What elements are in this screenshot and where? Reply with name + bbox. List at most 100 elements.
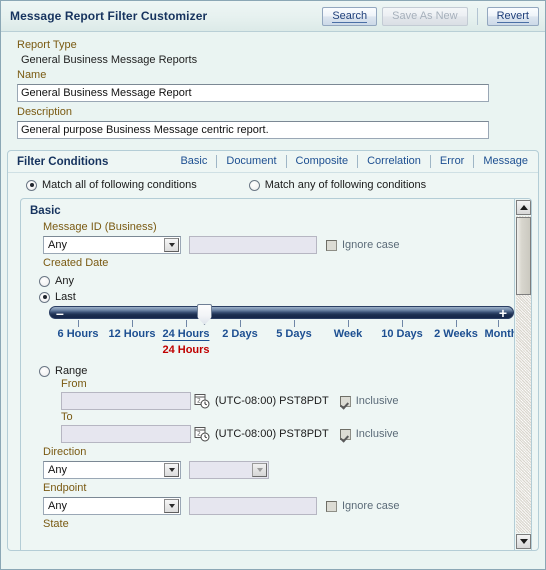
- tab-composite[interactable]: Composite: [285, 155, 358, 168]
- radio-indicator-match-any: [248, 179, 260, 191]
- slider-tick-label-5[interactable]: Week: [334, 328, 363, 340]
- range-from-group: From 2 (UTC-08:00) PST8PDT Inclusive To …: [21, 377, 531, 443]
- to-inclusive-label: Inclusive: [355, 428, 399, 440]
- slider-tick-label-8[interactable]: Month: [485, 328, 518, 340]
- svg-text:2: 2: [197, 431, 201, 438]
- from-date-input[interactable]: [61, 392, 191, 410]
- tab-message[interactable]: Message: [473, 155, 532, 168]
- scroll-up-arrow-icon: [519, 205, 528, 210]
- tab-basic[interactable]: Basic: [171, 155, 216, 168]
- to-row: 2 (UTC-08:00) PST8PDT Inclusive: [61, 425, 531, 443]
- basic-panel: Basic Message ID (Business) Any Ignore c…: [20, 198, 532, 550]
- slider-tick-labels: 6 Hours 12 Hours 24 Hours 2 Days 5 Days …: [49, 328, 517, 342]
- message-id-ignore-case-checkbox[interactable]: Ignore case: [326, 239, 399, 251]
- name-label: Name: [17, 69, 47, 81]
- created-date-range-radio[interactable]: Range: [39, 365, 531, 377]
- filter-conditions-panel: Filter Conditions Basic Document Composi…: [7, 150, 539, 551]
- scrollbar-thumb[interactable]: [516, 217, 531, 295]
- created-date-last-radio[interactable]: Last: [39, 291, 531, 303]
- search-button[interactable]: Search: [322, 6, 378, 26]
- tab-document[interactable]: Document: [216, 155, 285, 168]
- revert-button-label: Revert: [496, 9, 529, 23]
- slider-tick-label-7[interactable]: 2 Weeks: [434, 328, 478, 340]
- message-id-label: Message ID (Business): [43, 221, 157, 233]
- message-id-operator-value: Any: [48, 239, 67, 251]
- message-id-ignore-case-label: Ignore case: [342, 239, 400, 251]
- page-title: Message Report Filter Customizer: [10, 9, 208, 23]
- endpoint-ignore-case-checkbox[interactable]: Ignore case: [326, 500, 399, 512]
- match-any-radio[interactable]: Match any of following conditions: [248, 179, 427, 191]
- description-input[interactable]: [17, 121, 489, 139]
- from-row: 2 (UTC-08:00) PST8PDT Inclusive: [61, 392, 531, 410]
- slider-tick-label-1[interactable]: 12 Hours: [108, 328, 155, 340]
- description-label: Description: [17, 106, 73, 118]
- direction-operator-value: Any: [48, 464, 67, 476]
- toolbar-separator: [476, 7, 478, 25]
- message-id-field-group: Message ID (Business) Any Ignore case Cr…: [21, 220, 531, 271]
- radio-indicator-created-date-last: [39, 291, 50, 303]
- scroll-up-button[interactable]: [516, 200, 531, 215]
- message-id-value-input[interactable]: [189, 236, 317, 254]
- created-date-slider[interactable]: 6 Hours 12 Hours 24 Hours 2 Days 5 Days …: [21, 304, 531, 358]
- calendar-clock-icon[interactable]: 2: [194, 393, 210, 409]
- report-type-value: General Business Message Reports: [21, 54, 198, 66]
- filter-category-tabs: Basic Document Composite Correlation Err…: [171, 155, 532, 168]
- created-date-range-option: Range: [21, 365, 531, 377]
- radio-indicator-match-all: [26, 179, 37, 191]
- to-inclusive-checkbox[interactable]: Inclusive: [339, 428, 399, 440]
- match-any-label: Match any of following conditions: [264, 179, 427, 191]
- message-id-operator-select[interactable]: Any: [43, 236, 181, 254]
- endpoint-operator-value: Any: [48, 500, 67, 512]
- to-timezone: (UTC-08:00) PST8PDT: [215, 428, 329, 440]
- tab-error[interactable]: Error: [429, 155, 473, 168]
- chevron-down-icon[interactable]: [164, 499, 179, 513]
- created-date-range-label: Range: [55, 365, 88, 377]
- name-input[interactable]: [17, 84, 489, 102]
- tab-correlation[interactable]: Correlation: [357, 155, 430, 168]
- endpoint-value-input[interactable]: [189, 497, 317, 515]
- from-inclusive-checkbox[interactable]: Inclusive: [339, 395, 399, 407]
- search-button-label: Search: [332, 9, 368, 23]
- calendar-clock-icon[interactable]: 2: [194, 426, 210, 442]
- svg-text:2: 2: [197, 398, 201, 405]
- slider-tick-label-0[interactable]: 6 Hours: [58, 328, 99, 340]
- message-id-row: Any Ignore case: [43, 236, 531, 254]
- to-date-input[interactable]: [61, 425, 191, 443]
- basic-panel-wrapper: Basic Message ID (Business) Any Ignore c…: [20, 198, 532, 550]
- window-title-bar: Message Report Filter Customizer Search …: [1, 1, 545, 32]
- created-date-any-radio[interactable]: Any: [39, 275, 531, 287]
- created-date-last-label: Last: [55, 291, 76, 303]
- direction-field-group: Direction Any Endpoint Any Ignore case S…: [21, 445, 531, 532]
- created-date-label: Created Date: [43, 257, 109, 269]
- direction-row: Any: [43, 461, 531, 479]
- checkbox-indicator-endpoint-ignore-case: [326, 500, 337, 512]
- filter-customizer-window: Message Report Filter Customizer Search …: [0, 0, 546, 570]
- slider-current-value: 24 Hours: [162, 344, 210, 356]
- revert-button[interactable]: Revert: [486, 6, 539, 26]
- chevron-down-icon[interactable]: [252, 463, 267, 477]
- checkbox-indicator-from-inclusive: [339, 395, 351, 407]
- created-date-options: Any Last: [21, 275, 531, 303]
- direction-value-select[interactable]: [189, 461, 269, 479]
- match-all-radio[interactable]: Match all of following conditions: [26, 179, 197, 191]
- slider-tick-marks: [49, 320, 514, 328]
- direction-operator-select[interactable]: Any: [43, 461, 181, 479]
- endpoint-operator-select[interactable]: Any: [43, 497, 181, 515]
- report-details-form: Report Type General Business Message Rep…: [1, 32, 545, 146]
- slider-current-value-wrap: 24 Hours: [49, 344, 514, 358]
- chevron-down-icon[interactable]: [164, 238, 179, 252]
- chevron-down-icon[interactable]: [164, 463, 179, 477]
- slider-track[interactable]: [49, 304, 514, 325]
- slider-tick-label-2[interactable]: 24 Hours: [162, 328, 210, 341]
- slider-tick-label-6[interactable]: 10 Days: [381, 328, 423, 340]
- endpoint-label: Endpoint: [43, 482, 87, 494]
- slider-tick-label-3[interactable]: 2 Days: [222, 328, 257, 340]
- basic-panel-scrollbar[interactable]: [514, 199, 531, 550]
- save-as-new-button[interactable]: Save As New: [382, 6, 468, 26]
- checkbox-indicator-message-id-ignore-case: [326, 239, 337, 251]
- from-label: From: [61, 378, 87, 390]
- direction-label: Direction: [43, 446, 87, 458]
- scroll-down-arrow-icon: [519, 539, 528, 544]
- scroll-down-button[interactable]: [516, 534, 531, 549]
- slider-tick-label-4[interactable]: 5 Days: [276, 328, 311, 340]
